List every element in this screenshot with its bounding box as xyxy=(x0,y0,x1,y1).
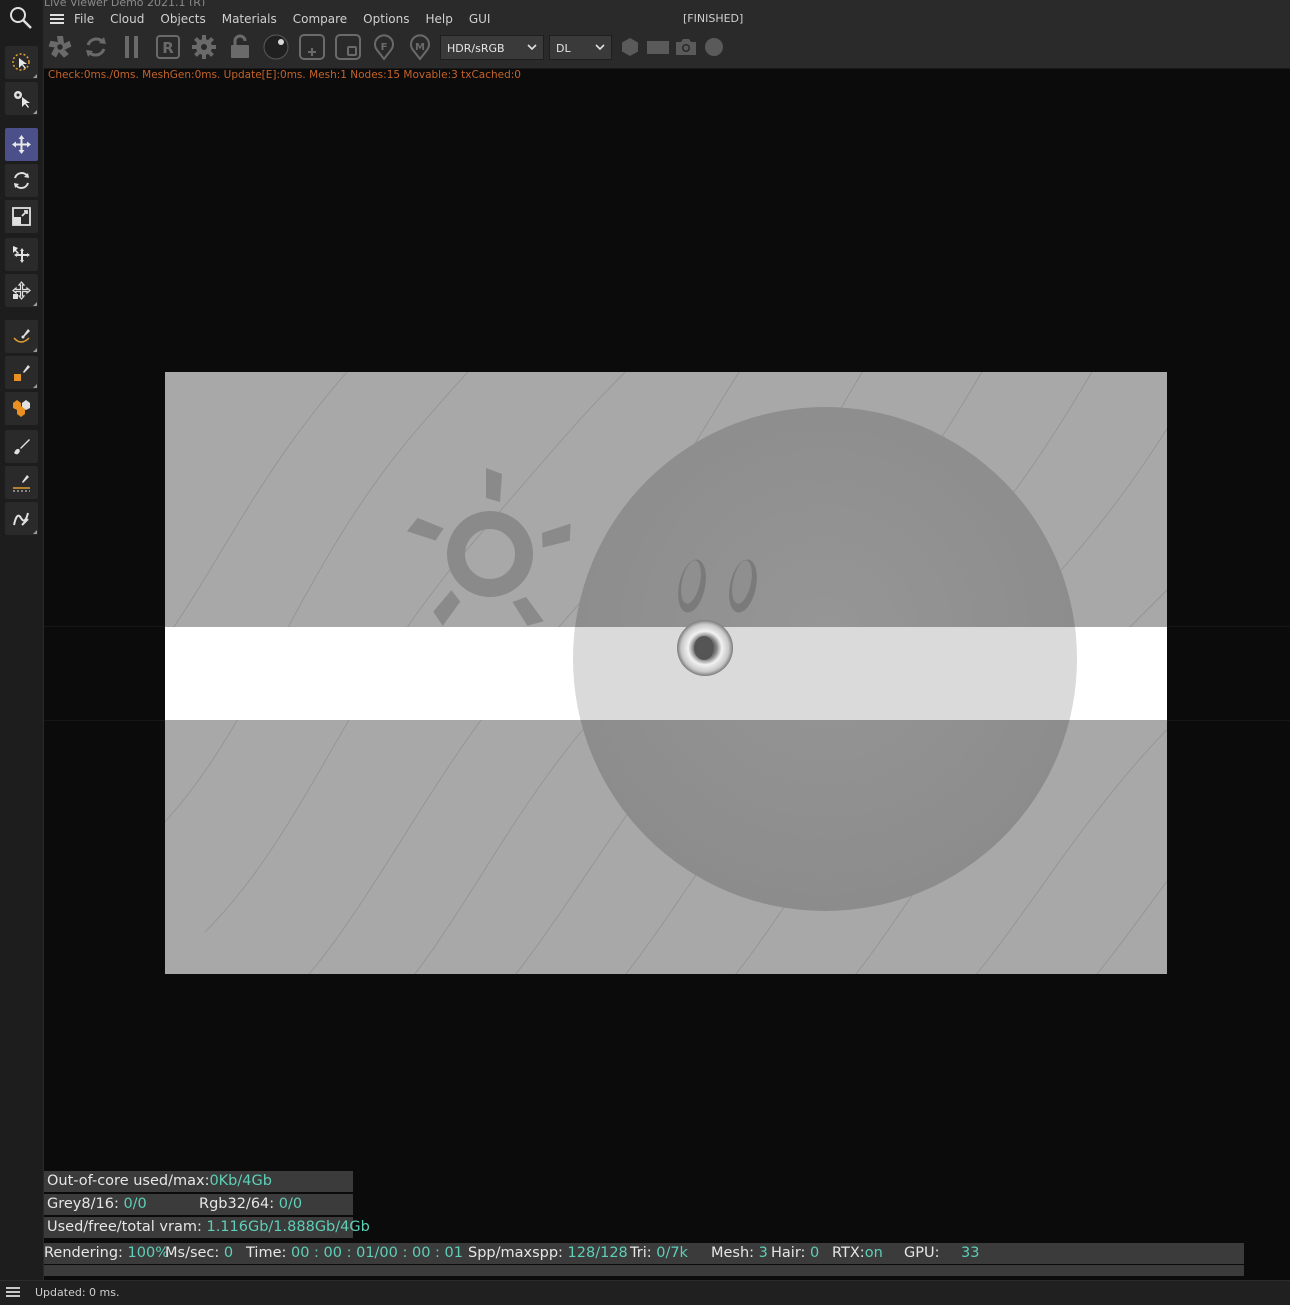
status-menu-icon[interactable] xyxy=(6,1287,20,1297)
pick-material-tool-button[interactable] xyxy=(5,356,38,389)
mesh-label: Mesh: xyxy=(711,1245,759,1261)
rgb-group: Rgb32/64: 0/0 xyxy=(199,1194,302,1215)
render-image xyxy=(165,372,1167,974)
ooc-value: 0Kb/4Gb xyxy=(209,1173,272,1189)
gpu-stat: GPU: xyxy=(904,1243,939,1264)
mssec-value: 0 xyxy=(223,1245,234,1261)
out-of-core-info: Out-of-core used/max:0Kb/4Gb xyxy=(44,1171,353,1192)
search-icon[interactable] xyxy=(8,5,34,31)
camera-icon[interactable] xyxy=(672,33,700,61)
chevron-down-icon xyxy=(527,44,537,51)
hair-value: 0 xyxy=(810,1245,820,1261)
chevron-down-icon xyxy=(595,44,605,51)
octane-logo-icon[interactable] xyxy=(46,33,74,61)
menu-file[interactable]: File xyxy=(74,12,94,26)
add-object-icon[interactable] xyxy=(298,33,326,61)
material-pin-icon[interactable]: M xyxy=(406,33,434,61)
render-mode-select[interactable]: DL xyxy=(549,35,612,60)
status-bar: Updated: 0 ms. xyxy=(0,1280,1290,1305)
render-region-icon[interactable]: R xyxy=(154,33,182,61)
scale-tool-button[interactable] xyxy=(5,200,38,233)
time-value: 00 : 00 : 01/00 : 00 : 01 xyxy=(290,1245,463,1261)
tri-label: Tri: xyxy=(630,1245,657,1261)
menu-materials[interactable]: Materials xyxy=(222,12,277,26)
vram-value: 1.116Gb/1.888Gb/4Gb xyxy=(206,1219,370,1235)
render-viewport[interactable] xyxy=(165,372,1167,974)
pick-zdepth-tool-button[interactable] xyxy=(5,466,38,499)
texture-info: Grey8/16: 0/0 Rgb32/64: 0/0 xyxy=(44,1194,353,1215)
menu-cloud[interactable]: Cloud xyxy=(110,12,144,26)
ooc-label: Out-of-core used/max: xyxy=(47,1173,210,1189)
mesh-value: 3 xyxy=(758,1245,768,1261)
grey-label: Grey8/16: xyxy=(47,1196,124,1212)
diagnostics-line: Check:0ms./0ms. MeshGen:0ms. Update[E]:0… xyxy=(48,69,521,81)
hair-label: Hair: xyxy=(771,1245,811,1261)
object-settings-tool-button[interactable] xyxy=(5,82,38,115)
mssec-stat: Ms/sec: 0 xyxy=(165,1243,233,1264)
rotate-tool-button[interactable] xyxy=(5,164,38,197)
unlock-icon[interactable] xyxy=(226,33,254,61)
rtx-label: RTX: xyxy=(832,1245,865,1261)
transform-tool-button[interactable] xyxy=(5,274,38,307)
rtx-stat: RTX:on xyxy=(832,1243,883,1264)
rendering-value: 100% xyxy=(127,1245,170,1261)
pause-render-icon[interactable] xyxy=(118,33,146,61)
render-mode-select-value: DL xyxy=(556,42,571,55)
kernel-select[interactable]: HDR/sRGB xyxy=(440,35,544,60)
move-pivot-tool-button[interactable] xyxy=(5,238,38,271)
spp-label: Spp/maxspp: xyxy=(468,1245,568,1261)
rgb-label: Rgb32/64: xyxy=(199,1196,279,1212)
tri-value: 0/7k xyxy=(656,1245,688,1261)
vram-info: Used/free/total vram: 1.116Gb/1.888Gb/4G… xyxy=(44,1217,370,1238)
kernel-select-value: HDR/sRGB xyxy=(447,42,505,55)
sphere-icon[interactable] xyxy=(700,33,728,61)
menu-options[interactable]: Options xyxy=(363,12,409,26)
material-picker-tool-button[interactable] xyxy=(5,392,38,425)
rtx-value: on xyxy=(864,1245,883,1261)
gpu-value: 33 xyxy=(961,1245,980,1261)
mesh-stat: Mesh: 3 xyxy=(711,1243,768,1264)
render-stats-bar: Rendering: 100% Ms/sec: 0 Time: 00 : 00 … xyxy=(44,1243,1244,1264)
time-stat: Time: 00 : 00 : 01/00 : 00 : 01 xyxy=(246,1243,463,1264)
main-menu-icon[interactable] xyxy=(50,14,64,24)
paint-brush-tool-button[interactable] xyxy=(5,430,38,463)
rendering-label: Rendering: xyxy=(44,1245,128,1261)
subsampling-icon[interactable] xyxy=(334,33,362,61)
render-status: [FINISHED] xyxy=(683,12,744,25)
time-label: Time: xyxy=(246,1245,291,1261)
vram-label: Used/free/total vram: xyxy=(47,1219,207,1235)
rgb-value: 0/0 xyxy=(278,1196,303,1212)
menu-help[interactable]: Help xyxy=(425,12,452,26)
clay-mode-icon[interactable] xyxy=(262,33,290,61)
gpu-usage-bar xyxy=(44,1265,1244,1276)
focus-pin-icon[interactable]: F xyxy=(370,33,398,61)
svg-text:F: F xyxy=(381,42,388,53)
grey-value: 0/0 xyxy=(123,1196,147,1212)
film-region-icon[interactable] xyxy=(644,33,672,61)
menu-objects[interactable]: Objects xyxy=(160,12,205,26)
gpu-label: GPU: xyxy=(904,1245,940,1261)
spp-stat: Spp/maxspp: 128/128 xyxy=(468,1243,628,1264)
hexagon-icon[interactable] xyxy=(616,33,644,61)
menu-compare[interactable]: Compare xyxy=(293,12,347,26)
tri-stat: Tri: 0/7k xyxy=(630,1243,688,1264)
menu-bar: File Cloud Objects Materials Compare Opt… xyxy=(44,8,506,30)
pick-focus-tool-button[interactable] xyxy=(5,320,38,353)
window-title: Live Viewer Demo 2021.1 (R) xyxy=(44,0,444,6)
spline-tool-button[interactable] xyxy=(5,502,38,535)
mssec-label: Ms/sec: xyxy=(165,1245,224,1261)
svg-text:R: R xyxy=(162,39,174,57)
menu-gui[interactable]: GUI xyxy=(469,12,491,26)
move-tool-button[interactable] xyxy=(5,128,38,161)
svg-text:M: M xyxy=(415,42,425,53)
hair-stat: Hair: 0 xyxy=(771,1243,819,1264)
settings-gear-icon[interactable] xyxy=(190,33,218,61)
restart-render-icon[interactable] xyxy=(82,33,110,61)
status-text: Updated: 0 ms. xyxy=(35,1286,120,1299)
left-toolbar xyxy=(0,0,44,1280)
select-tool-button[interactable] xyxy=(5,46,38,79)
spp-value: 128/128 xyxy=(567,1245,628,1261)
rendering-stat: Rendering: 100% xyxy=(44,1243,169,1264)
